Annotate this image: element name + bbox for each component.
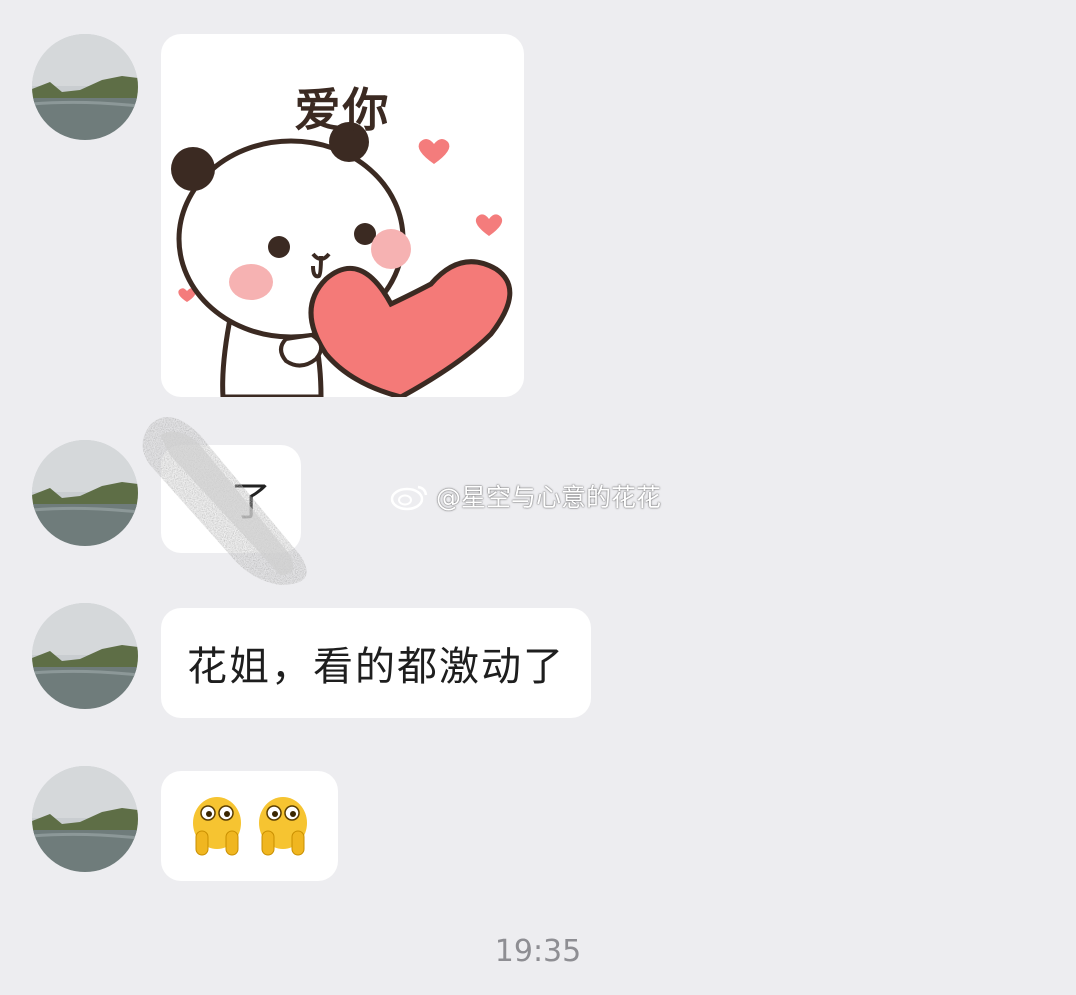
message-text: 花姐，看的都激动了: [187, 644, 565, 690]
sticker-caption: 爱你: [294, 83, 391, 137]
emoji-message[interactable]: [161, 771, 338, 881]
avatar-landscape-icon: [32, 766, 138, 872]
peeking-emoji-icon: [258, 797, 307, 856]
watermark: @星空与心意的花花: [390, 478, 661, 514]
message-timestamp: 19:35: [494, 934, 582, 969]
avatar[interactable]: [32, 603, 138, 709]
text-message[interactable]: 花姐，看的都激动了: [161, 608, 591, 718]
redaction-scribble: [142, 417, 307, 585]
avatar-landscape-icon: [32, 440, 138, 546]
avatar-landscape-icon: [32, 34, 138, 140]
avatar-landscape-icon: [32, 603, 138, 709]
peeking-emoji-icon: [192, 797, 241, 856]
avatar[interactable]: [32, 440, 138, 546]
avatar[interactable]: [32, 766, 138, 872]
sticker-message[interactable]: 爱你: [161, 34, 524, 397]
avatar[interactable]: [32, 34, 138, 140]
watermark-text: @星空与心意的花花: [436, 483, 662, 512]
weibo-icon: [390, 485, 428, 511]
